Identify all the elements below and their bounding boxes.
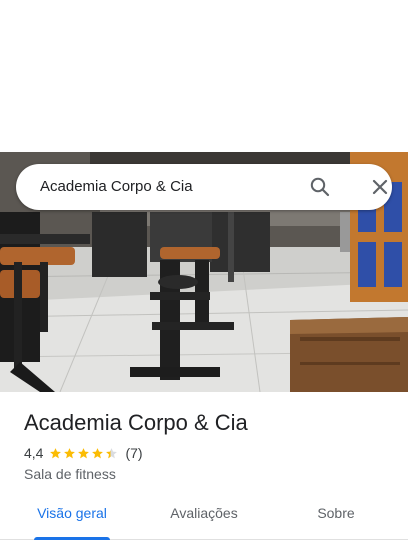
rating-value: 4,4 <box>24 445 44 461</box>
search-input[interactable]: Academia Corpo & Cia <box>40 178 193 196</box>
active-tab-indicator <box>34 537 110 540</box>
tab-about[interactable]: Sobre <box>286 496 386 540</box>
place-category[interactable]: Sala de fitness <box>24 465 116 483</box>
tab-bar: Visão geral Avaliações Sobre <box>0 496 408 540</box>
rating-row[interactable]: 4,4 (7) <box>24 444 143 462</box>
rating-stars <box>49 447 119 460</box>
star-icon <box>50 447 62 458</box>
review-count[interactable]: (7) <box>125 445 142 461</box>
star-icon <box>106 447 118 458</box>
tab-reviews[interactable]: Avaliações <box>154 496 254 540</box>
star-icon <box>64 447 76 458</box>
place-title: Academia Corpo & Cia <box>24 410 248 435</box>
star-icon <box>92 447 104 458</box>
search-icon[interactable] <box>308 175 332 199</box>
close-icon[interactable] <box>368 175 392 199</box>
search-bar[interactable]: Academia Corpo & Cia <box>16 164 392 210</box>
tab-overview[interactable]: Visão geral <box>22 496 122 540</box>
star-icon <box>78 447 90 458</box>
